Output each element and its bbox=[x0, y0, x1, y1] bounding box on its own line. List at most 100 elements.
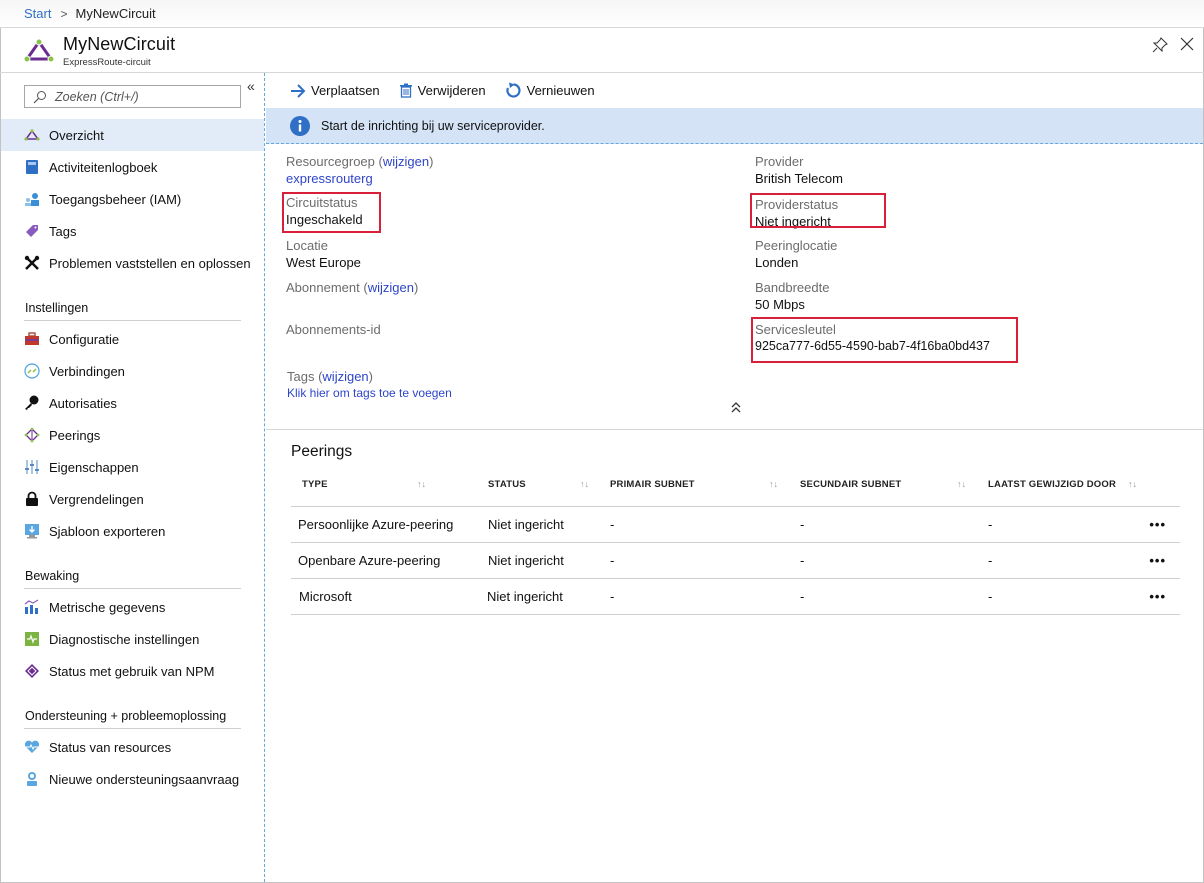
sidebar-item-diagnostische-instellingen[interactable]: Diagnostische instellingen bbox=[1, 623, 264, 655]
sidebar-item-activiteitenlogboek[interactable]: Activiteitenlogboek bbox=[1, 151, 264, 183]
sidebar-item-tags[interactable]: Tags bbox=[1, 215, 264, 247]
more-options-icon[interactable]: ••• bbox=[1149, 518, 1166, 531]
add-tags-link[interactable]: Klik hier om tags toe te voegen bbox=[287, 385, 452, 402]
more-options-icon[interactable]: ••• bbox=[1149, 554, 1166, 567]
sort-icon[interactable]: ↑↓ bbox=[580, 479, 589, 489]
sidebar-item-label: Sjabloon exporteren bbox=[49, 523, 166, 539]
sidebar-item-status-van-resources[interactable]: Status van resources bbox=[1, 731, 264, 763]
resource-group-change-link[interactable]: wijzigen bbox=[383, 154, 429, 169]
sidebar-item-sjabloon-exporteren[interactable]: Sjabloon exporteren bbox=[1, 515, 264, 547]
section-divider bbox=[24, 320, 241, 321]
location-value: West Europe bbox=[286, 255, 361, 270]
section-divider bbox=[24, 588, 241, 589]
collapse-sidebar-button[interactable]: « bbox=[247, 78, 255, 94]
sort-icon[interactable]: ↑↓ bbox=[957, 479, 966, 489]
cell-modified-by: - bbox=[988, 589, 993, 604]
page-subtitle: ExpressRoute-circuit bbox=[63, 57, 151, 68]
sidebar-item-peerings[interactable]: Peerings bbox=[1, 419, 264, 451]
key-icon bbox=[23, 394, 41, 412]
bandwidth-value: 50 Mbps bbox=[755, 297, 805, 312]
section-bewaking: Bewaking bbox=[25, 569, 80, 583]
refresh-icon bbox=[506, 82, 521, 98]
sidebar-item-label: Configuratie bbox=[49, 331, 120, 347]
field-tags: Tags (wijzigen) Klik hier om tags toe te… bbox=[287, 369, 452, 402]
collapse-essentials-icon[interactable] bbox=[731, 402, 741, 414]
cell-type[interactable]: Openbare Azure-peering bbox=[298, 543, 440, 578]
sidebar-item-ondersteuningsaanvraag[interactable]: Nieuwe ondersteuningsaanvraag bbox=[1, 763, 264, 795]
column-header-status[interactable]: STATUS bbox=[488, 466, 526, 503]
highlight-circuit-status bbox=[282, 192, 381, 233]
sidebar-item-autorisaties[interactable]: Autorisaties bbox=[1, 387, 264, 419]
highlight-service-key bbox=[751, 317, 1018, 363]
sidebar-item-label: Problemen vaststellen en oplossen bbox=[49, 255, 251, 271]
section-divider bbox=[24, 728, 241, 729]
provider-label: Provider bbox=[755, 154, 804, 169]
column-header-modified-by[interactable]: LAATST GEWIJZIGD DOOR bbox=[988, 466, 1116, 503]
table-row[interactable]: Microsoft Niet ingericht - - - ••• bbox=[291, 579, 1180, 615]
cell-status: Niet ingericht bbox=[488, 517, 564, 532]
sort-icon[interactable]: ↑↓ bbox=[769, 479, 778, 489]
field-peering-location: Peeringlocatie Londen bbox=[755, 237, 837, 271]
main-content: Verplaatsen Verwijderen Vernieuwen Start… bbox=[266, 73, 1203, 882]
sidebar-item-label: Tags bbox=[49, 223, 77, 239]
sidebar-item-npm-status[interactable]: Status met gebruik van NPM bbox=[1, 655, 264, 687]
npm-icon bbox=[23, 662, 41, 680]
table-row[interactable]: Openbare Azure-peering Niet ingericht - … bbox=[291, 543, 1180, 579]
sidebar-item-label: Activiteitenlogboek bbox=[49, 159, 158, 175]
column-header-secondary-subnet[interactable]: SECUNDAIR SUBNET bbox=[800, 466, 901, 503]
move-button[interactable]: Verplaatsen bbox=[290, 83, 380, 98]
search-placeholder: Zoeken (Ctrl+/) bbox=[55, 89, 139, 104]
connections-icon bbox=[23, 362, 41, 380]
search-icon bbox=[33, 90, 46, 103]
essentials-panel: Resourcegroep (wijzigen) expressrouterg … bbox=[266, 144, 1203, 430]
cell-type[interactable]: Microsoft bbox=[299, 579, 352, 614]
cell-primary-subnet: - bbox=[610, 589, 615, 604]
sort-icon[interactable]: ↑↓ bbox=[417, 479, 426, 489]
cell-secondary-subnet: - bbox=[800, 589, 805, 604]
cell-type[interactable]: Persoonlijke Azure-peering bbox=[298, 507, 453, 542]
resource-group-link[interactable]: expressrouterg bbox=[286, 170, 433, 187]
column-header-primary-subnet[interactable]: PRIMAIR SUBNET bbox=[610, 466, 695, 503]
tags-change-link[interactable]: wijzigen bbox=[322, 369, 368, 384]
sidebar-item-configuratie[interactable]: Configuratie bbox=[1, 323, 264, 355]
sidebar-item-label: Status met gebruik van NPM bbox=[49, 663, 215, 679]
sidebar-item-overzicht[interactable]: Overzicht bbox=[1, 119, 264, 151]
sidebar-item-label: Verbindingen bbox=[49, 363, 125, 379]
export-template-icon bbox=[23, 522, 41, 540]
sidebar-item-vergrendelingen[interactable]: Vergrendelingen bbox=[1, 483, 264, 515]
field-resource-group: Resourcegroep (wijzigen) expressrouterg bbox=[286, 154, 434, 187]
sidebar-item-verbindingen[interactable]: Verbindingen bbox=[1, 355, 264, 387]
column-header-type[interactable]: TYPE bbox=[302, 466, 328, 503]
more-options-icon[interactable]: ••• bbox=[1149, 590, 1166, 603]
section-ondersteuning: Ondersteuning + probleemoplossing bbox=[25, 709, 227, 723]
refresh-button[interactable]: Vernieuwen bbox=[505, 82, 595, 99]
sidebar-item-problemen[interactable]: Problemen vaststellen en oplossen bbox=[1, 247, 264, 279]
breadcrumb-start-link[interactable]: Start bbox=[24, 6, 51, 21]
info-notification[interactable]: Start de inrichting bij uw serviceprovid… bbox=[266, 108, 1203, 144]
toolbox-icon bbox=[23, 330, 41, 348]
subscription-change-link[interactable]: wijzigen bbox=[368, 280, 414, 295]
refresh-label: Vernieuwen bbox=[526, 83, 595, 98]
cell-status: Niet ingericht bbox=[488, 553, 564, 568]
blade-header: MyNewCircuit ExpressRoute-circuit bbox=[0, 28, 1204, 73]
sort-icon[interactable]: ↑↓ bbox=[1128, 479, 1137, 489]
sidebar-item-toegangsbeheer[interactable]: Toegangsbeheer (IAM) bbox=[1, 183, 264, 215]
diagnostics-icon bbox=[23, 630, 41, 648]
close-icon[interactable] bbox=[1180, 37, 1194, 51]
subscription-label: Abonnement bbox=[286, 280, 360, 295]
tag-icon bbox=[23, 222, 41, 240]
peerings-table: TYPE ↑↓ STATUS ↑↓ PRIMAIR SUBNET ↑↓ SECU… bbox=[291, 469, 1180, 615]
table-row[interactable]: Persoonlijke Azure-peering Niet ingerich… bbox=[291, 507, 1180, 543]
peering-location-label: Peeringlocatie bbox=[755, 238, 838, 253]
pin-icon[interactable] bbox=[1152, 37, 1168, 53]
sidebar-item-label: Autorisaties bbox=[49, 395, 117, 411]
expressroute-icon bbox=[23, 126, 41, 144]
cell-secondary-subnet: - bbox=[800, 517, 805, 532]
cell-primary-subnet: - bbox=[610, 517, 615, 532]
sidebar-item-eigenschappen[interactable]: Eigenschappen bbox=[1, 451, 264, 483]
delete-button[interactable]: Verwijderen bbox=[399, 83, 486, 98]
sidebar-item-metrische-gegevens[interactable]: Metrische gegevens bbox=[1, 591, 264, 623]
breadcrumb: Start > MyNewCircuit bbox=[0, 0, 1204, 28]
field-subscription-id: Abonnements-id bbox=[286, 321, 381, 338]
sidebar-search-input[interactable]: Zoeken (Ctrl+/) bbox=[24, 85, 241, 108]
